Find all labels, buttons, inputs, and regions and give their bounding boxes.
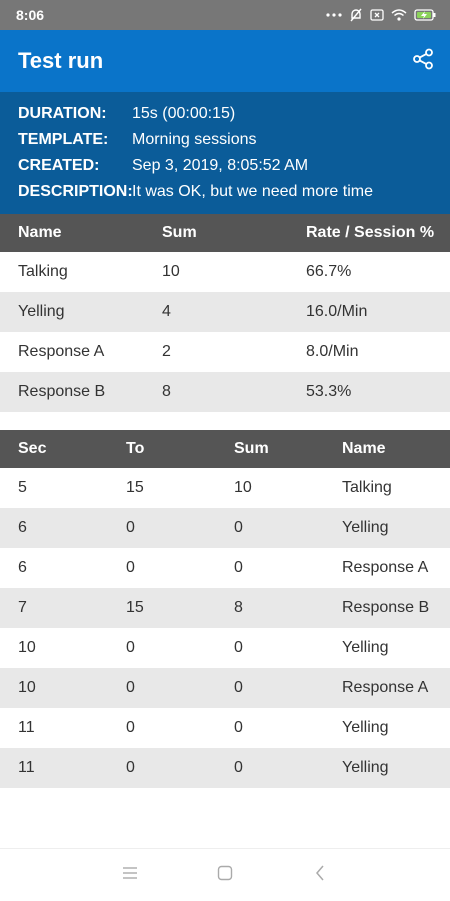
column-header-sum: Sum — [216, 430, 324, 468]
cell-to: 0 — [126, 719, 135, 736]
cell-sum: 8 — [216, 588, 324, 628]
info-label: TEMPLATE: — [18, 131, 109, 148]
cell-name: Yelling — [324, 748, 450, 788]
cell-sum: 0 — [216, 748, 324, 788]
share-button[interactable] — [412, 48, 434, 75]
cell-name: Yelling — [0, 292, 144, 332]
home-square-icon — [217, 865, 233, 886]
cell-to: 0 — [108, 668, 216, 708]
nav-menu-button[interactable] — [83, 855, 178, 895]
table-row[interactable]: 11 0 0 Yelling — [0, 748, 450, 788]
info-row-description: DESCRIPTION: It was OK, but we need more… — [18, 179, 450, 205]
table-row[interactable]: 10 0 0 Response A — [0, 668, 450, 708]
table-row[interactable]: 10 0 0 Yelling — [0, 628, 450, 668]
cell-sum: 4 — [144, 292, 288, 332]
cell-sec: 6 — [18, 559, 27, 576]
cell-name: Response B — [324, 588, 450, 628]
cell-rate: 66.7% — [306, 263, 352, 280]
column-header-to: To — [108, 430, 216, 468]
column-header-name: Name — [324, 430, 450, 468]
cell-sec: 10 — [18, 639, 36, 656]
table-row[interactable]: 7 15 8 Response B — [0, 588, 450, 628]
cell-sum: 8 — [144, 372, 288, 412]
table-row[interactable]: 6 0 0 Response A — [0, 548, 450, 588]
cell-name: Yelling — [342, 639, 389, 656]
cell-name: Talking — [18, 263, 68, 280]
status-icons — [326, 8, 436, 22]
info-label: DESCRIPTION: — [18, 183, 133, 200]
cell-name: Yelling — [324, 508, 450, 548]
info-row-template: TEMPLATE: Morning sessions — [18, 127, 450, 153]
cell-sum: 0 — [234, 639, 243, 656]
session-info-panel: DURATION: 15s (00:00:15) TEMPLATE: Morni… — [0, 92, 450, 214]
cell-sec: 6 — [0, 508, 108, 548]
wifi-icon — [391, 9, 407, 21]
page-title: Test run — [18, 48, 104, 73]
table-header-row: Sec To Sum Name — [0, 430, 450, 468]
cell-to: 0 — [108, 508, 216, 548]
table-row[interactable]: 11 0 0 Yelling — [0, 708, 450, 748]
table-header-row: Name Sum Rate / Session % — [0, 214, 450, 252]
info-label: DURATION: — [18, 105, 107, 122]
info-value: Morning sessions — [132, 131, 257, 148]
cell-sum: 10 — [162, 263, 180, 280]
cell-name: Yelling — [342, 719, 389, 736]
cell-sum: 0 — [216, 668, 324, 708]
table-row[interactable]: 6 0 0 Yelling — [0, 508, 450, 548]
mute-bell-icon — [349, 8, 363, 22]
info-value: Sep 3, 2019, 8:05:52 AM — [132, 157, 309, 174]
status-bar: 8:06 — [0, 0, 450, 30]
info-value: It was OK, but we need more time — [132, 183, 373, 200]
nav-home-button[interactable] — [178, 855, 273, 895]
cell-to: 15 — [108, 588, 216, 628]
cell-name: Response A — [342, 559, 429, 576]
table-row[interactable]: Response B 8 53.3% — [0, 372, 450, 412]
status-time: 8:06 — [16, 7, 45, 23]
table-row[interactable]: 5 15 10 Talking — [0, 468, 450, 508]
info-row-created: CREATED: Sep 3, 2019, 8:05:52 AM — [18, 153, 450, 179]
cell-sum: 10 — [234, 479, 252, 496]
cell-name: Talking — [342, 479, 392, 496]
column-header-sum: Sum — [144, 214, 288, 252]
nav-back-button[interactable] — [273, 855, 368, 895]
cell-name: Response B — [0, 372, 144, 412]
column-header-sec: Sec — [0, 430, 108, 468]
cell-sec: 10 — [0, 668, 108, 708]
table-row[interactable]: Response A 2 8.0/Min — [0, 332, 450, 372]
cell-rate: 16.0/Min — [288, 292, 450, 332]
info-row-duration: DURATION: 15s (00:00:15) — [18, 101, 450, 127]
cell-sec: 11 — [0, 748, 108, 788]
cell-to: 15 — [126, 479, 144, 496]
cell-sec: 5 — [18, 479, 27, 496]
column-header-rate: Rate / Session % — [288, 214, 450, 252]
more-dots-icon — [326, 12, 342, 18]
sim-x-icon — [370, 9, 384, 21]
cell-to: 0 — [108, 748, 216, 788]
info-label: CREATED: — [18, 157, 100, 174]
table-row[interactable]: Yelling 4 16.0/Min — [0, 292, 450, 332]
cell-rate: 8.0/Min — [306, 343, 359, 360]
events-table: Sec To Sum Name 5 15 10 Talking 6 0 0 Ye… — [0, 430, 450, 788]
cell-to: 0 — [126, 639, 135, 656]
cell-sum: 0 — [216, 508, 324, 548]
cell-sum: 2 — [162, 343, 171, 360]
back-chevron-icon — [315, 865, 325, 886]
cell-rate: 53.3% — [288, 372, 450, 412]
summary-table: Name Sum Rate / Session % Talking 10 66.… — [0, 214, 450, 412]
table-row[interactable]: Talking 10 66.7% — [0, 252, 450, 292]
cell-to: 0 — [126, 559, 135, 576]
info-value: 15s (00:00:15) — [132, 105, 236, 122]
menu-icon — [123, 866, 137, 884]
cell-name: Response A — [18, 343, 105, 360]
cell-sec: 11 — [18, 719, 35, 736]
cell-sum: 0 — [234, 559, 243, 576]
system-nav-bar — [0, 848, 450, 901]
share-icon — [412, 48, 434, 75]
cell-sec: 7 — [0, 588, 108, 628]
app-bar: Test run — [0, 30, 450, 92]
cell-name: Response A — [324, 668, 450, 708]
cell-sum: 0 — [234, 719, 243, 736]
battery-charging-icon — [414, 9, 436, 21]
column-header-name: Name — [0, 214, 144, 252]
